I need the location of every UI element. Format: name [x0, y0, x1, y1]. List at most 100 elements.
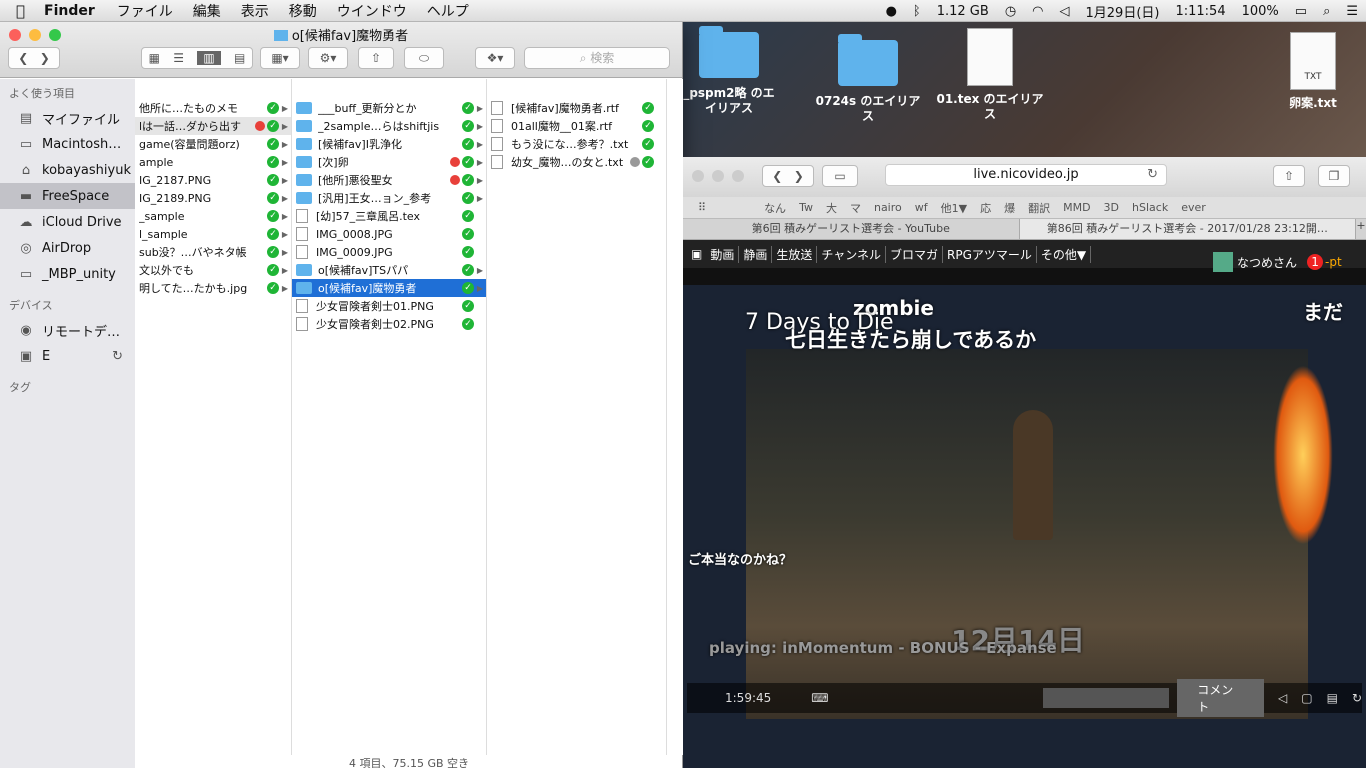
favorite-item[interactable]: 3D	[1104, 201, 1119, 214]
nico-nav-item[interactable]: 動画	[706, 245, 740, 263]
file-row[interactable]: [汎用]王女…ョン_参考 ✓ ▶	[292, 189, 486, 207]
file-row[interactable]: IG_2187.PNG ✓ ▶	[135, 171, 291, 189]
clock-icon[interactable]: ◷	[997, 4, 1024, 19]
file-row[interactable]: 明してた…たかも.jpg ✓ ▶	[135, 279, 291, 297]
memory-readout[interactable]: 1.12 GB	[929, 4, 997, 19]
file-row[interactable]: [次]卵 ✓ ▶	[292, 153, 486, 171]
share-button[interactable]: ⇧	[358, 47, 394, 69]
sidebar-item-macintosh[interactable]: ▭ Macintosh…	[0, 131, 135, 157]
new-tab-icon[interactable]: +	[1356, 219, 1366, 239]
file-row[interactable]: IMG_0009.JPG ✓	[292, 243, 486, 261]
file-row[interactable]: 幼女_魔物…の女と.txt ✓	[487, 153, 666, 171]
address-bar[interactable]: live.nicovideo.jp ↻	[885, 164, 1167, 186]
sidebar-item-home[interactable]: ⌂ kobayashiyuk	[0, 157, 135, 183]
sidebar-item-remote-disc[interactable]: ◉ リモートデ…	[0, 317, 135, 343]
menu-date[interactable]: 1月29日(日)	[1078, 2, 1168, 21]
minimize-button[interactable]	[712, 170, 724, 182]
menu-edit[interactable]: 編集	[183, 1, 231, 21]
wifi-icon[interactable]: ◠	[1024, 4, 1051, 19]
apple-menu-icon[interactable]: 	[16, 2, 34, 20]
file-row[interactable]: _2sample…らはshiftjis ✓ ▶	[292, 117, 486, 135]
battery-percent[interactable]: 100%	[1234, 4, 1287, 19]
desktop-icon-0724s[interactable]: 0724s のエイリアス	[813, 34, 923, 124]
menu-help[interactable]: ヘルプ	[417, 1, 479, 21]
file-row[interactable]: 01all魔物__01案.rtf ✓	[487, 117, 666, 135]
drop-icon[interactable]: ●	[878, 4, 905, 19]
arrange-button[interactable]: ▦▾	[260, 47, 300, 69]
view-mode-buttons[interactable]: ▦ ☰ ▥ ▤	[141, 47, 253, 69]
list-view-icon[interactable]: ☰	[173, 51, 184, 65]
icon-view-icon[interactable]: ▦	[149, 51, 160, 65]
user-area[interactable]: なつめさん 1 -pt	[1213, 252, 1342, 272]
chevron-left-icon[interactable]: ❮	[18, 51, 28, 65]
favorite-item[interactable]: なん	[764, 200, 786, 216]
desktop-icon-01tex[interactable]: 01.tex のエイリアス	[935, 28, 1045, 122]
sidebar-item-myfiles[interactable]: ▤ マイファイル	[0, 105, 135, 131]
coverflow-view-icon[interactable]: ▤	[234, 51, 245, 65]
favorite-item[interactable]: nairo	[874, 201, 902, 214]
tabs-overview-button[interactable]: ❐	[1318, 165, 1350, 187]
favorite-item[interactable]: wf	[915, 201, 928, 214]
chevron-right-icon[interactable]: ❯	[40, 51, 50, 65]
share-button[interactable]: ⇧	[1273, 165, 1305, 187]
file-row[interactable]: game(容量問題orz) ✓ ▶	[135, 135, 291, 153]
favorite-item[interactable]: Tw	[799, 201, 813, 214]
file-row[interactable]: IG_2189.PNG ✓ ▶	[135, 189, 291, 207]
favorite-item[interactable]: 爆	[1004, 200, 1015, 216]
settings-icon[interactable]: ▤	[1327, 691, 1338, 705]
nico-nav-item[interactable]: RPGアツマール	[943, 245, 1037, 263]
action-button[interactable]: ⚙▾	[308, 47, 348, 69]
battery-icon[interactable]: ▭	[1287, 4, 1315, 19]
file-row[interactable]: もう没にな…参考？.txt ✓	[487, 135, 666, 153]
zoom-button[interactable]	[732, 170, 744, 182]
favorite-item[interactable]: 応	[980, 200, 991, 216]
volume-icon[interactable]: ◁	[1052, 4, 1078, 19]
volume-icon[interactable]: ◁	[1278, 691, 1287, 705]
sidebar-item-e-drive[interactable]: ▣ E ↻	[0, 343, 135, 369]
nico-nav-item[interactable]: チャンネル	[817, 245, 887, 263]
file-row[interactable]: IMG_0008.JPG ✓	[292, 225, 486, 243]
favorite-item[interactable]: 大	[826, 200, 837, 216]
back-forward-buttons[interactable]: ❮ ❯	[762, 165, 814, 187]
file-row[interactable]: o[候補fav]魔物勇者 ✓ ▶	[292, 279, 486, 297]
nico-nav-item[interactable]: 生放送	[772, 245, 818, 263]
file-row[interactable]: 少女冒険者剣士02.PNG ✓	[292, 315, 486, 333]
favorite-item[interactable]: マ	[850, 200, 861, 216]
spotlight-icon[interactable]: ⌕	[1315, 4, 1338, 19]
sidebar-toggle-button[interactable]: ▭	[822, 165, 858, 187]
nico-nav-item[interactable]: ブロマガ	[886, 245, 944, 263]
menu-app-name[interactable]: Finder	[34, 3, 107, 19]
speech-icon[interactable]: ▢	[1301, 691, 1312, 705]
chevron-left-icon[interactable]: ❮	[772, 169, 782, 183]
desktop-icon-egg-txt[interactable]: TXT 卵案.txt	[1268, 32, 1358, 111]
sidebar-item-mbp-unity[interactable]: ▭ _MBP_unity	[0, 261, 135, 287]
tags-button[interactable]: ⬭	[404, 47, 444, 69]
notification-icon[interactable]: ☰	[1338, 4, 1366, 19]
tab-youtube[interactable]: 第6回 積みゲーリスト選考会 - YouTube	[683, 219, 1020, 239]
favorite-item[interactable]: 翻訳	[1028, 200, 1050, 216]
tab-nicovideo[interactable]: 第86回 積みゲーリスト選考会 - 2017/01/28 23:12開…	[1019, 219, 1357, 239]
file-row[interactable]: sub没？…バやネタ帳 ✓ ▶	[135, 243, 291, 261]
bluetooth-icon[interactable]: ᛒ	[905, 4, 929, 19]
sidebar-item-icloud[interactable]: ☁ iCloud Drive	[0, 209, 135, 235]
file-row[interactable]: [候補fav]魔物勇者.rtf ✓	[487, 99, 666, 117]
file-row[interactable]: 少女冒険者剣士01.PNG ✓	[292, 297, 486, 315]
sidebar-item-airdrop[interactable]: ◎ AirDrop	[0, 235, 135, 261]
dropbox-button[interactable]: ❖▾	[475, 47, 515, 69]
file-row[interactable]: ample ✓ ▶	[135, 153, 291, 171]
sync-icon[interactable]: ↻	[112, 349, 123, 364]
file-row[interactable]: [候補fav]I乳浄化 ✓ ▶	[292, 135, 486, 153]
file-row[interactable]: _sample ✓ ▶	[135, 207, 291, 225]
file-row[interactable]: [幼]57_三章風呂.tex ✓	[292, 207, 486, 225]
grid-icon[interactable]: ⠿	[698, 201, 706, 214]
file-row[interactable]: lは一話…ダから出す ✓ ▶	[135, 117, 291, 135]
menu-window[interactable]: ウインドウ	[327, 1, 417, 21]
comment-input[interactable]	[1042, 688, 1170, 708]
close-button[interactable]	[692, 170, 704, 182]
search-field[interactable]: ⌕ 検索	[524, 47, 670, 69]
file-row[interactable]: ___buff_更新分とか ✓ ▶	[292, 99, 486, 117]
video-player[interactable]: zombie 7 Days to Die 七日生きたら崩しであるか まだ ご本当…	[683, 285, 1366, 768]
file-row[interactable]: 他所に…たものメモ ✓ ▶	[135, 99, 291, 117]
comment-button[interactable]: コメント	[1177, 679, 1265, 717]
nico-nav-item[interactable]: その他▼	[1037, 245, 1092, 263]
